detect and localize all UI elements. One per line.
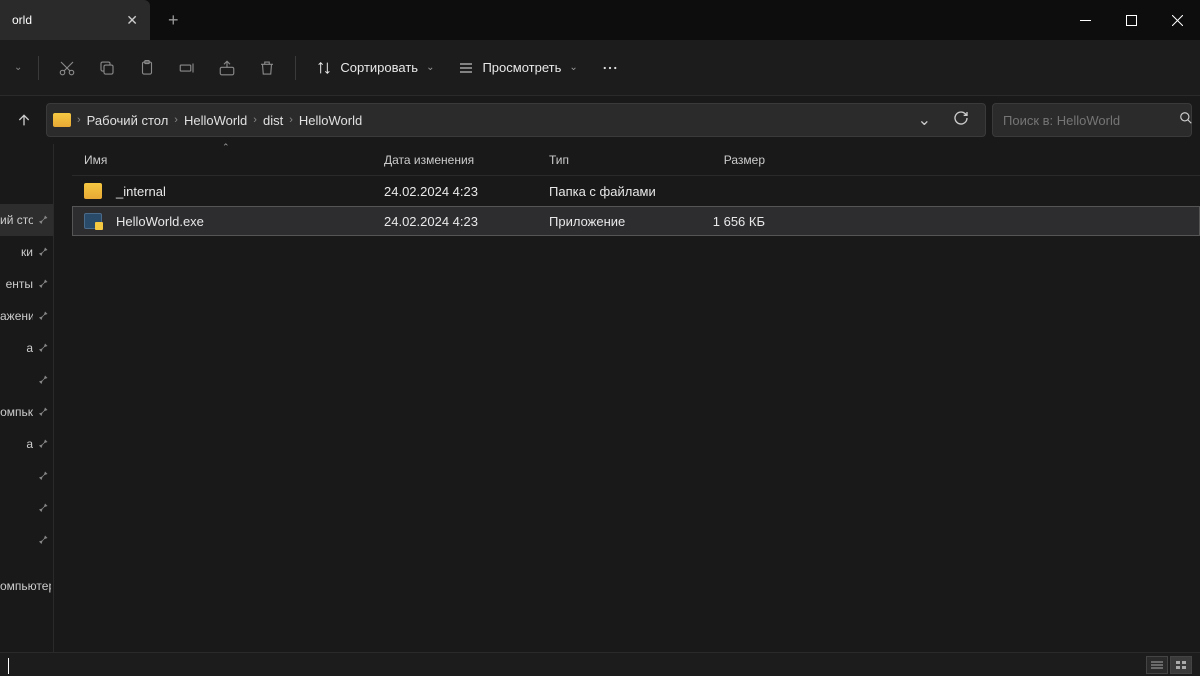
sidebar: ий сто. ки енты ажени а омпьк а омпьютер xyxy=(0,144,54,652)
sidebar-item[interactable] xyxy=(0,492,53,524)
pin-icon xyxy=(37,534,49,546)
folder-icon xyxy=(84,183,102,199)
pin-icon xyxy=(37,502,49,514)
chevron-down-icon: ⌄ xyxy=(426,62,434,73)
breadcrumb-item[interactable]: HelloWorld xyxy=(184,113,247,128)
sidebar-item[interactable]: ий сто. xyxy=(0,204,53,236)
more-button[interactable] xyxy=(592,50,628,86)
copy-button[interactable] xyxy=(89,50,125,86)
sort-button[interactable]: Сортировать ⌄ xyxy=(306,50,444,86)
search-input[interactable] xyxy=(1003,113,1179,128)
separator xyxy=(38,56,39,80)
chevron-right-icon: › xyxy=(174,114,178,126)
toolbar: ⌄ Сортировать ⌄ Просмотреть ⌄ xyxy=(0,40,1200,96)
address-dropdown-icon[interactable]: ⌄ xyxy=(912,110,937,130)
file-row[interactable]: _internal 24.02.2024 4:23 Папка с файлам… xyxy=(72,176,1200,206)
sidebar-item[interactable] xyxy=(0,460,53,492)
sidebar-item[interactable]: енты xyxy=(0,268,53,300)
pin-icon xyxy=(37,310,49,322)
pin-icon xyxy=(37,342,49,354)
up-button[interactable] xyxy=(8,104,40,136)
column-type[interactable]: Тип xyxy=(537,153,677,167)
address-bar[interactable]: › Рабочий стол › HelloWorld › dist › Hel… xyxy=(46,103,986,137)
pin-icon xyxy=(37,438,49,450)
new-tab-button[interactable]: + xyxy=(150,10,197,31)
sort-label: Сортировать xyxy=(340,60,418,75)
column-date[interactable]: Дата изменения xyxy=(372,153,537,167)
file-list: Имя ⌃ Дата изменения Тип Размер _interna… xyxy=(72,144,1200,652)
delete-button[interactable] xyxy=(249,50,285,86)
view-details-button[interactable] xyxy=(1146,656,1168,674)
chevron-right-icon: › xyxy=(77,114,81,126)
search-box[interactable] xyxy=(992,103,1192,137)
scroll-spacer xyxy=(54,144,72,652)
chevron-right-icon: › xyxy=(253,114,257,126)
new-menu-chevron[interactable]: ⌄ xyxy=(8,62,28,73)
maximize-button[interactable] xyxy=(1108,0,1154,40)
column-headers: Имя ⌃ Дата изменения Тип Размер xyxy=(72,144,1200,176)
window-controls xyxy=(1062,0,1200,40)
sort-indicator-icon: ⌃ xyxy=(222,142,230,153)
close-window-button[interactable] xyxy=(1154,0,1200,40)
rename-button[interactable] xyxy=(169,50,205,86)
separator xyxy=(295,56,296,80)
view-switcher xyxy=(1146,656,1192,674)
sidebar-item[interactable]: ки xyxy=(0,236,53,268)
minimize-button[interactable] xyxy=(1062,0,1108,40)
pin-icon xyxy=(37,278,49,290)
folder-icon xyxy=(53,113,71,127)
paste-button[interactable] xyxy=(129,50,165,86)
tab-title: orld xyxy=(12,13,32,27)
breadcrumb-item[interactable]: dist xyxy=(263,113,283,128)
file-row[interactable]: HelloWorld.exe 24.02.2024 4:23 Приложени… xyxy=(72,206,1200,236)
cursor-icon xyxy=(8,658,9,674)
chevron-right-icon: › xyxy=(289,114,293,126)
refresh-button[interactable] xyxy=(943,110,979,131)
status-bar xyxy=(0,652,1200,676)
pin-icon xyxy=(37,214,49,226)
pin-icon xyxy=(37,246,49,258)
title-bar: orld ✕ + xyxy=(0,0,1200,40)
share-button[interactable] xyxy=(209,50,245,86)
cut-button[interactable] xyxy=(49,50,85,86)
sidebar-item[interactable]: ажени xyxy=(0,300,53,332)
exe-icon xyxy=(84,213,102,229)
view-icons-button[interactable] xyxy=(1170,656,1192,674)
view-button[interactable]: Просмотреть ⌄ xyxy=(448,50,587,86)
column-size[interactable]: Размер xyxy=(677,153,777,167)
breadcrumb-item[interactable]: Рабочий стол xyxy=(87,113,169,128)
sidebar-item[interactable]: омпьютер xyxy=(0,570,53,602)
close-tab-icon[interactable]: ✕ xyxy=(126,12,138,29)
tab-active[interactable]: orld ✕ xyxy=(0,0,150,40)
sidebar-item[interactable]: а xyxy=(0,428,53,460)
sidebar-item[interactable]: омпьк xyxy=(0,396,53,428)
pin-icon xyxy=(37,406,49,418)
breadcrumb-item[interactable]: HelloWorld xyxy=(299,113,362,128)
sidebar-item[interactable]: а xyxy=(0,332,53,364)
search-icon[interactable] xyxy=(1179,111,1193,130)
chevron-down-icon: ⌄ xyxy=(569,62,577,73)
pin-icon xyxy=(37,470,49,482)
sidebar-item[interactable] xyxy=(0,364,53,396)
column-name[interactable]: Имя xyxy=(72,153,372,167)
address-row: › Рабочий стол › HelloWorld › dist › Hel… xyxy=(0,96,1200,144)
sidebar-item[interactable] xyxy=(0,524,53,556)
view-label: Просмотреть xyxy=(482,60,561,75)
pin-icon xyxy=(37,374,49,386)
main-area: ий сто. ки енты ажени а омпьк а омпьютер… xyxy=(0,144,1200,652)
sidebar-item[interactable] xyxy=(0,158,53,190)
